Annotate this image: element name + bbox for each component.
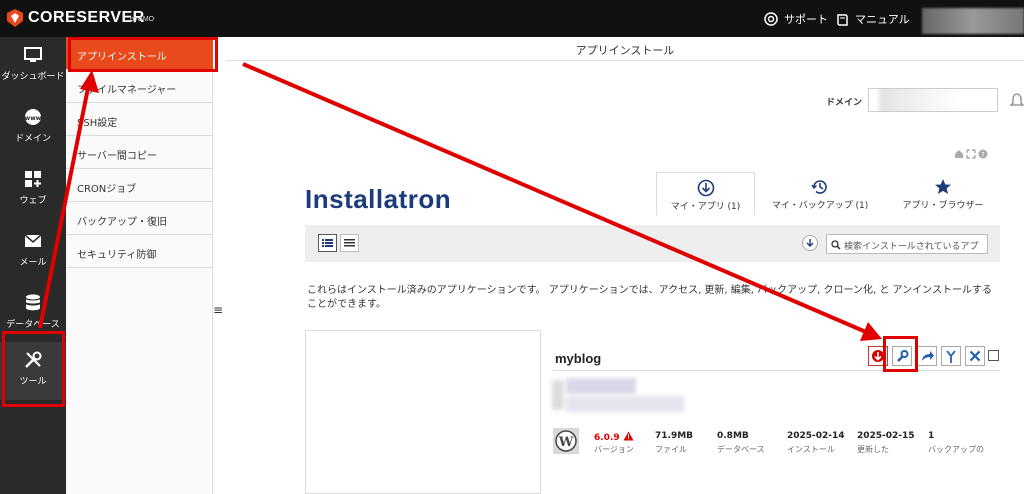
- annotation-arrow-diagonal: [242, 62, 882, 341]
- annotation-arrow-up: [38, 70, 99, 329]
- annotation-arrows: [38, 62, 882, 341]
